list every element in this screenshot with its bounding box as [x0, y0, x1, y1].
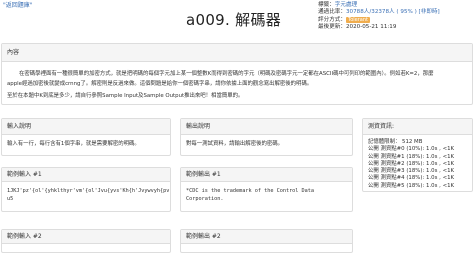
score-mode-badge: Tolerant — [345, 16, 370, 23]
limit-row: 公開 測資點#4 (18%): 1.0s , <1K — [368, 175, 455, 182]
sample-input-2-heading: 範例輸入 #2 — [2, 230, 170, 244]
meta-tags-label: 標籤： — [318, 2, 335, 8]
content-heading: 內容 — [2, 44, 472, 62]
solved-stats-link[interactable]: 30788人/32378人 ( 95% ) [非即時] — [346, 9, 440, 15]
sample-input-1-panel: 範例輸入 #1 1JKJ'pz'{ol'{yhklthyr'vm'{ol'Jvu… — [1, 167, 171, 212]
content-paragraph-1a: 在密碼學裡面有一種很簡單的加密方式，就是把明碼的每個字元加上某一個整數K而得到密… — [19, 71, 434, 77]
input-description-text: 輸入有一行，每行含有1個字串，就是需要解密的明碼。 — [7, 141, 140, 147]
limit-row: 公開 測資點#1 (18%): 1.0s , <1K — [368, 153, 455, 160]
output-description-heading: 輸出說明 — [181, 119, 352, 135]
test-limits-heading: 測資資訊: — [363, 119, 472, 135]
sample-output-1-heading: 範例輸出 #1 — [181, 168, 352, 182]
meta-solved-label: 通過比率： — [318, 9, 346, 16]
sample-input-1-line-2: u5 — [7, 195, 14, 202]
limit-row: 公開 測資點#5 (18%): 1.0s , <1K — [368, 182, 455, 189]
sample-output-1-line-1: *CDC is the trademark of the Control Dat… — [186, 188, 315, 194]
sample-input-1-line-1: 1JKJ'pz'{ol'{yhklthyr'vm'{ol'Jvu{yvs'Kh{… — [7, 188, 170, 194]
meta-score-label: 評分方式： — [318, 16, 346, 23]
sample-output-1-code: *CDC is the trademark of the Control Dat… — [181, 182, 352, 207]
sample-output-2-heading: 範例輸出 #2 — [181, 230, 352, 244]
sample-output-1-line-2: Corporation. — [186, 195, 224, 202]
back-to-problems-link[interactable]: "返回題庫" — [3, 0, 33, 9]
output-description-panel: 輸出說明 對每一測試資料，請輸出解密後的密碼。 — [180, 118, 353, 156]
meta-score-row: 評分方式： Tolerant — [318, 16, 440, 24]
content-paragraph-1b: apple經過加密後就變成crnng了。解密則是反過來做。這個問題是給你一個密碼… — [7, 81, 313, 87]
sample-input-1-code: 1JKJ'pz'{ol'{yhklthyr'vm'{ol'Jvu{yvs'Kh{… — [2, 182, 170, 207]
content-paragraph-2: 至於在本題中K到底是多少，請自行參照Sample Input及Sample Ou… — [7, 93, 244, 99]
problem-meta: 標籤：字元處理 通過比率：30788人/32378人 ( 95% ) [非即時]… — [318, 2, 440, 31]
input-description-heading: 輸入說明 — [2, 119, 170, 135]
meta-updated-label: 最後更新： — [318, 23, 346, 30]
meta-solved-row: 通過比率：30788人/32378人 ( 95% ) [非即時] — [318, 9, 440, 16]
content-panel: 內容 在密碼學裡面有一種很簡單的加密方式，就是把明碼的每個字元加上某一個整數K而… — [1, 43, 473, 105]
tag-link[interactable]: 字元處理 — [335, 2, 357, 8]
output-description-text: 對每一測試資料，請輸出解密後的密碼。 — [186, 141, 284, 147]
sample-input-2-panel: 範例輸入 #2 — [1, 229, 171, 253]
limit-row: 公開 測資點#0 (10%): 1.0s , <1K — [368, 146, 455, 153]
updated-date: 2020-05-21 11:19 — [345, 23, 397, 30]
content-body: 在密碼學裡面有一種很簡單的加密方式，就是把明碼的每個字元加上某一個整數K而得到密… — [2, 62, 472, 104]
sample-output-1-panel: 範例輸出 #1 *CDC is the trademark of the Con… — [180, 167, 353, 212]
input-description-panel: 輸入說明 輸入有一行，每行含有1個字串，就是需要解密的明碼。 — [1, 118, 171, 156]
sample-input-1-heading: 範例輸入 #1 — [2, 168, 170, 182]
page-title: a009. 解碼器 — [186, 11, 282, 29]
sample-output-2-panel: 範例輸出 #2 — [180, 229, 353, 253]
meta-updated-row: 最後更新：2020-05-21 11:19 — [318, 24, 440, 31]
test-limits-list: 記憶體限制： 512 MB 公開 測資點#0 (10%): 1.0s , <1K… — [363, 135, 472, 194]
test-limits-panel: 測資資訊: 記憶體限制： 512 MB 公開 測資點#0 (10%): 1.0s… — [362, 118, 473, 192]
